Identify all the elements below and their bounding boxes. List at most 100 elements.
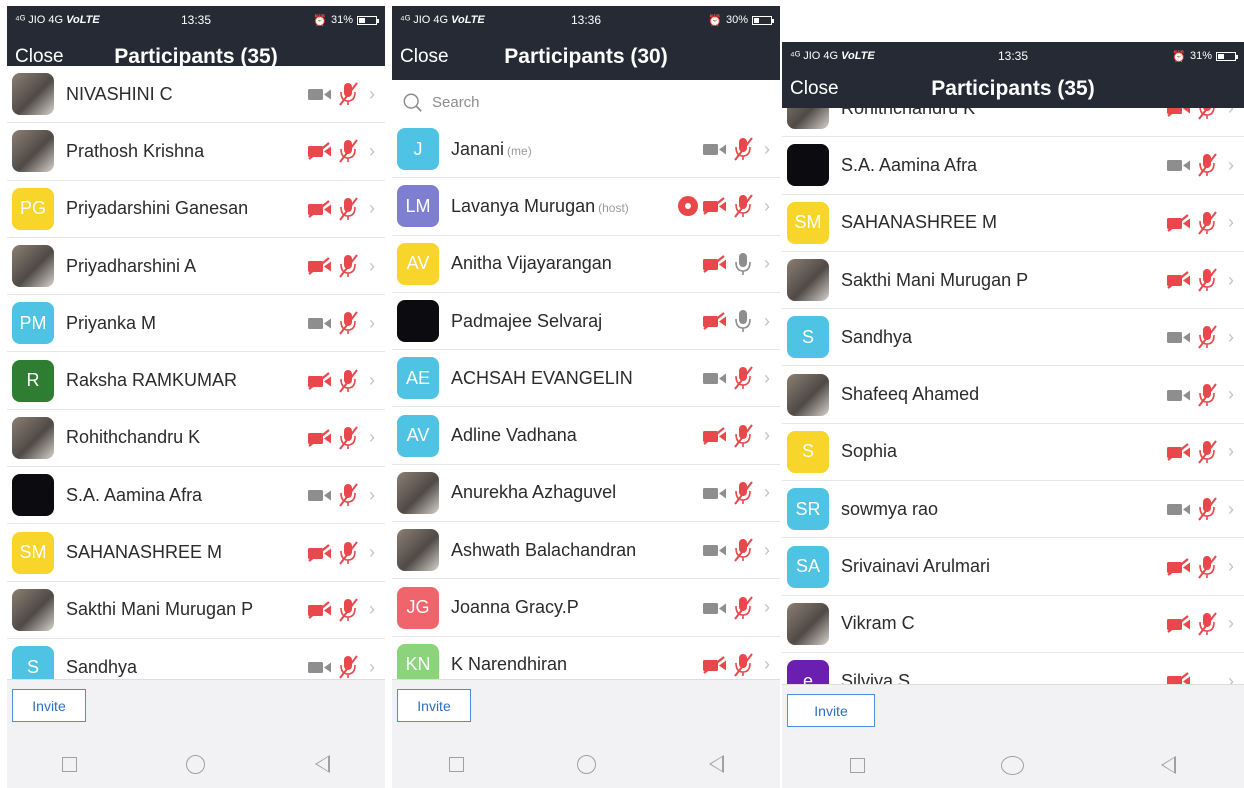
chevron-right-icon[interactable]: › [365,485,379,506]
invite-button[interactable]: Invite [397,689,471,722]
home-icon[interactable] [1001,755,1025,775]
avatar [787,144,829,187]
participant-row[interactable]: Priyadharshini A › [7,238,385,296]
participant-row[interactable]: S Sandhya › [7,639,385,679]
chevron-right-icon[interactable]: › [760,139,774,160]
participant-row[interactable]: Anurekha Azhaguvel › [392,465,780,523]
chevron-right-icon[interactable]: › [760,196,774,217]
home-icon[interactable] [186,754,206,774]
chevron-right-icon[interactable]: › [1224,384,1238,405]
participant-row[interactable]: PG Priyadarshini Ganesan › [7,181,385,238]
participant-status-icons [1166,554,1218,580]
back-icon[interactable] [315,755,331,773]
participants-panel-2: ⁴ᴳ JIO 4G VoLTE 13:36 ⏰ 30% Close Particip… [392,6,780,788]
chevron-right-icon[interactable]: › [1224,613,1238,634]
participant-row[interactable]: PM Priyanka M › [7,295,385,353]
participant-name: ACHSAH EVANGELIN [451,368,702,389]
home-icon[interactable] [576,754,596,774]
participant-row[interactable]: S.A. Aamina Afra › [782,137,1244,195]
participant-row[interactable]: R Raksha RAMKUMAR › [7,352,385,410]
chevron-right-icon[interactable]: › [760,654,774,675]
chevron-right-icon[interactable]: › [760,482,774,503]
chevron-right-icon[interactable]: › [1224,671,1238,684]
chevron-right-icon[interactable]: › [760,368,774,389]
chevron-right-icon[interactable]: › [365,657,379,678]
chevron-right-icon[interactable]: › [1224,327,1238,348]
participant-row[interactable]: AV Adline Vadhana › [392,407,780,465]
chevron-right-icon[interactable]: › [1224,155,1238,176]
clock: 13:35 [180,13,212,27]
participant-row[interactable]: S.A. Aamina Afra › [7,467,385,525]
close-button[interactable]: Close [15,46,64,68]
video-camera-off-icon [308,257,331,275]
participant-list[interactable]: J Janani (me) › LM Lavanya Murugan (host) › AV An… [392,121,780,679]
chevron-right-icon[interactable]: › [365,370,379,391]
nav-bar: Close Participants (35) [782,70,1244,108]
chevron-right-icon[interactable]: › [1224,270,1238,291]
participant-row[interactable]: LM Lavanya Murugan (host) › [392,178,780,236]
battery-icon [357,15,380,25]
chevron-right-icon[interactable]: › [365,256,379,277]
participant-row[interactable]: Sakthi Mani Murugan P › [7,582,385,639]
chevron-right-icon[interactable]: › [760,253,774,274]
participant-row[interactable]: AV Anitha Vijayarangan › [392,236,780,293]
back-icon[interactable] [1160,756,1176,774]
chevron-right-icon[interactable]: › [365,313,379,334]
video-camera-off-icon [308,142,331,161]
recent-apps-icon[interactable] [850,757,866,773]
status-bar: ⁴ᴳ JIO 4G VoLTE 13:35 ⏰ 31% [782,42,1244,70]
participant-row[interactable]: SR sowmya rao › [782,481,1244,539]
participant-row[interactable]: Ashwath Balachandran › [392,522,780,580]
chevron-right-icon[interactable]: › [760,597,774,618]
avatar: SM [12,531,54,574]
chevron-right-icon[interactable]: › [1224,499,1238,520]
participant-name-text: Priyadharshini A [66,255,197,276]
participant-row[interactable]: KN K Narendhiran › [392,637,780,679]
participant-list[interactable]: NIVASHINI C › Prathosh Krishna › PG Priyadars… [7,66,385,679]
participant-name-text: Adline Vadhana [451,425,577,446]
participant-row[interactable]: JG Joanna Gracy.P › [392,579,780,637]
participant-row[interactable]: SA Srivainavi Arulmari › [782,538,1244,596]
chevron-right-icon[interactable]: › [760,540,774,561]
participant-row[interactable]: NIVASHINI C › [7,66,385,124]
chevron-right-icon[interactable]: › [1224,556,1238,577]
chevron-right-icon[interactable]: › [1224,108,1238,119]
chevron-right-icon[interactable]: › [1224,441,1238,462]
close-button[interactable]: Close [400,46,449,68]
alarm-icon: ⏰ [313,14,327,27]
participant-row[interactable]: e Silviya S › [782,653,1244,684]
participant-row[interactable]: Rohithchandru K › [782,108,1244,138]
chevron-right-icon[interactable]: › [365,198,379,219]
chevron-right-icon[interactable]: › [365,599,379,620]
participant-list[interactable]: Rohithchandru K › S.A. Aamina Afra › SM SAHAN… [782,108,1244,684]
participant-row[interactable]: AE ACHSAH EVANGELIN › [392,350,780,408]
recent-apps-icon[interactable] [448,756,464,772]
chevron-right-icon[interactable]: › [365,141,379,162]
search-input[interactable] [432,94,732,111]
participant-name: Prathosh Krishna [66,141,307,162]
participant-row[interactable]: Rohithchandru K › [7,410,385,468]
chevron-right-icon[interactable]: › [760,311,774,332]
participant-row[interactable]: Prathosh Krishna › [7,123,385,181]
participant-row[interactable]: SM SAHANASHREE M › [7,524,385,582]
back-icon[interactable] [708,755,724,773]
participant-row[interactable]: S Sophia › [782,424,1244,482]
chevron-right-icon[interactable]: › [365,427,379,448]
chevron-right-icon[interactable]: › [760,425,774,446]
chevron-right-icon[interactable]: › [1224,212,1238,233]
participant-row[interactable]: Sakthi Mani Murugan P › [782,252,1244,310]
chevron-right-icon[interactable]: › [365,542,379,563]
video-camera-icon [1167,504,1190,516]
chevron-right-icon[interactable]: › [365,84,379,105]
participant-status-icons [307,310,359,336]
participant-row[interactable]: Padmajee Selvaraj › [392,293,780,351]
invite-button[interactable]: Invite [12,689,86,722]
recent-apps-icon[interactable] [61,756,77,772]
participant-row[interactable]: SM SAHANASHREE M › [782,195,1244,252]
participant-row[interactable]: J Janani (me) › [392,121,780,179]
participant-row[interactable]: Shafeeq Ahamed › [782,366,1244,424]
invite-button[interactable]: Invite [787,694,875,727]
participant-row[interactable]: S Sandhya › [782,309,1244,367]
close-button[interactable]: Close [790,78,839,100]
participant-row[interactable]: Vikram C › [782,596,1244,653]
